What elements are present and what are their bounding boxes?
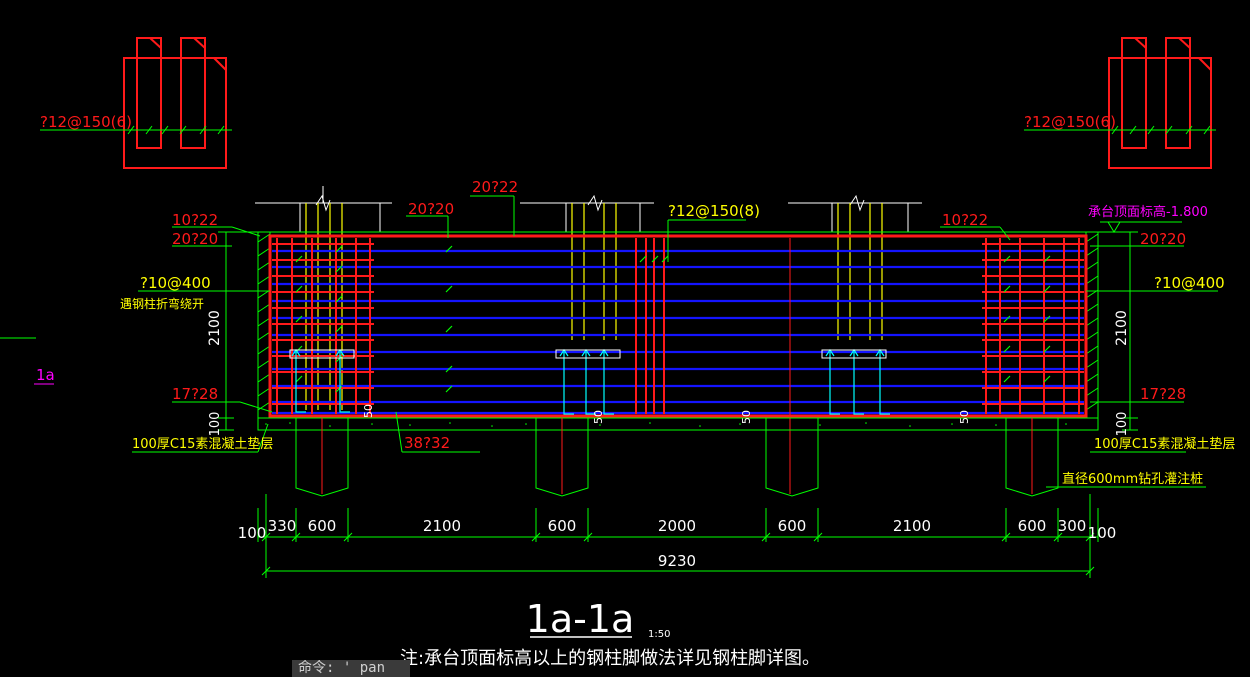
label-top-left-mid: 20?20: [408, 200, 454, 218]
small-dim-4: 50: [958, 410, 971, 424]
pile-cap-hatch: [257, 231, 1099, 419]
pile-cap-main-reinforcement: [268, 234, 1088, 418]
stirrup-detail-right: [1108, 37, 1212, 169]
elevation-label: 承台顶面标高-1.800: [1088, 204, 1208, 220]
dim-left-pad: 100: [208, 412, 223, 437]
pad-label-left: 100厚C15素混凝土垫层: [132, 436, 273, 452]
small-dim-2: 50: [592, 410, 605, 424]
drawing-note: 注:承台顶面标高以上的钢柱脚做法详见钢柱脚详图。: [400, 648, 820, 669]
section-title: 1a-1a: [526, 597, 635, 641]
left-end-cage: [272, 238, 374, 414]
pile-axes: [321, 418, 1033, 494]
pile-label: 直径600mm钻孔灌注桩: [1062, 472, 1203, 487]
label-left-note: 遇钢柱折弯绕开: [120, 296, 204, 311]
bottom-dim-7: 600: [778, 517, 807, 535]
elevation-symbol: [1107, 221, 1121, 233]
label-left-top2: 20?20: [172, 230, 218, 248]
small-dim-1: 50: [362, 404, 375, 418]
bottom-dim-5: 600: [548, 517, 577, 535]
label-bottom-mid: 38?32: [404, 434, 450, 452]
pad-label-right: 100厚C15素混凝土垫层: [1094, 436, 1235, 452]
pad-speckle: [265, 422, 1067, 427]
middle-stirrups: [635, 238, 665, 414]
concrete-pad: [257, 417, 1099, 431]
steel-columns: [255, 186, 922, 232]
label-top-middle: ?12@150(8): [668, 202, 760, 220]
bottom-dim-10: 300: [1058, 517, 1087, 535]
bottom-dim-9: 600: [1018, 517, 1047, 535]
label-right-side: ?10@400: [1154, 274, 1225, 292]
command-line[interactable]: 命令: ' pan: [292, 660, 410, 677]
label-right-top1: 10?22: [942, 211, 988, 229]
label-left-top1: 10?22: [172, 211, 218, 229]
bottom-dim-3: 600: [308, 517, 337, 535]
bottom-dim-1: 100: [238, 524, 267, 542]
right-end-cage: [982, 238, 1084, 414]
bottom-dim-11: 100: [1088, 524, 1117, 542]
total-dimension: 9230: [658, 552, 696, 570]
bottom-dim-6: 2000: [658, 517, 696, 535]
label-top-center: 20?22: [472, 178, 518, 196]
stirrup-label-right: ?12@150(6): [1024, 113, 1116, 131]
bottom-dim-4: 2100: [423, 517, 461, 535]
dim-right-pad: 100: [1115, 412, 1130, 437]
label-left-bottom: 17?28: [172, 385, 218, 403]
bottom-dim-8: 2100: [893, 517, 931, 535]
dim-left-total: 2100: [207, 310, 223, 346]
section-marker: 1a: [36, 366, 55, 384]
side-distribution-bars: [272, 249, 1084, 415]
label-left-side: ?10@400: [140, 274, 211, 292]
stirrup-detail-left: [123, 37, 227, 169]
cad-drawing-canvas[interactable]: ?12@150(6) ?12@150(6) 20?22 20?20 ?12@15…: [0, 0, 1250, 677]
stirrup-label-left: ?12@150(6): [40, 113, 132, 131]
section-scale: 1:50: [648, 629, 670, 640]
column-anchor-bars: [305, 203, 883, 410]
bottom-dim-2: 330: [268, 517, 297, 535]
label-right-bottom: 17?28: [1140, 385, 1186, 403]
small-dim-3: 50: [740, 410, 753, 424]
anchor-bolts: [291, 348, 890, 415]
dim-right-total: 2100: [1114, 310, 1130, 346]
label-right-top2: 20?20: [1140, 230, 1186, 248]
bottom-dimension-texts: 100 330 600 2100 600 2000 600 2100 600 3…: [238, 517, 1117, 542]
